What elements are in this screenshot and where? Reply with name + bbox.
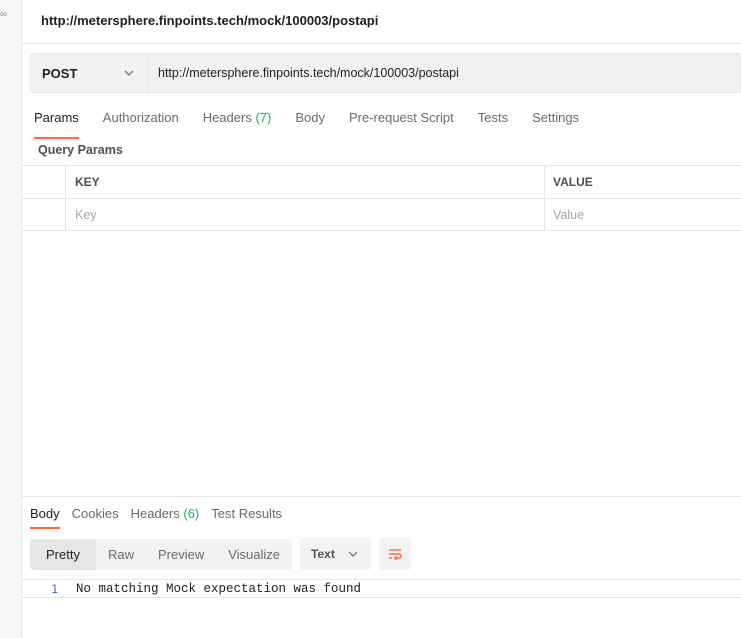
value-column-header: VALUE — [553, 175, 593, 189]
request-bar: POST http://metersphere.finpoints.tech/m… — [30, 53, 741, 93]
wrap-lines-button[interactable] — [379, 538, 412, 570]
tab-label: Headers — [130, 506, 184, 521]
format-select[interactable]: Text — [300, 538, 372, 570]
method-select[interactable]: POST — [31, 54, 148, 92]
request-title-bar: http://metersphere.finpoints.tech/mock/1… — [22, 0, 741, 44]
view-pretty-button[interactable]: Pretty — [30, 538, 96, 570]
tab-params[interactable]: Params — [34, 108, 79, 139]
tab-body[interactable]: Body — [295, 108, 325, 134]
key-column-header: KEY — [66, 166, 545, 198]
code-line: No matching Mock expectation was found — [76, 581, 362, 596]
row-checkbox-cell — [22, 199, 66, 230]
tab-label: Test Results — [211, 506, 283, 521]
response-tab-body[interactable]: Body — [30, 506, 60, 529]
line-number: 1 — [51, 581, 58, 596]
response-pane: Body Cookies Headers (6) Test Results Pr… — [22, 496, 741, 638]
query-params-table: KEY VALUE Key Value — [22, 165, 741, 231]
url-input[interactable]: http://metersphere.finpoints.tech/mock/1… — [148, 54, 740, 92]
tab-pre-request-script[interactable]: Pre-request Script — [349, 108, 454, 134]
response-tab-cookies[interactable]: Cookies — [72, 506, 119, 521]
chevron-down-icon — [348, 551, 358, 557]
view-mode-toggle: Pretty Raw Preview Visualize — [30, 538, 293, 570]
view-visualize-button[interactable]: Visualize — [216, 539, 292, 570]
tab-label: Cookies — [71, 506, 119, 521]
view-raw-button[interactable]: Raw — [96, 539, 146, 570]
tab-label: Settings — [532, 110, 580, 125]
headers-count: (6) — [183, 506, 200, 521]
checkbox-column — [22, 166, 66, 198]
response-tab-headers[interactable]: Headers (6) — [131, 506, 200, 521]
tab-authorization[interactable]: Authorization — [103, 108, 179, 134]
infinity-icon[interactable]: ∞ — [0, 9, 7, 20]
view-preview-button[interactable]: Preview — [146, 539, 216, 570]
value-input[interactable]: Value — [545, 199, 741, 230]
chevron-down-icon — [124, 70, 134, 76]
response-view-bar: Pretty Raw Preview Visualize Text — [30, 538, 412, 570]
headers-count: (7) — [255, 110, 272, 125]
table-header-row: KEY VALUE — [22, 165, 741, 198]
table-row: Key Value — [22, 198, 741, 231]
tab-tests[interactable]: Tests — [478, 108, 508, 134]
tab-headers[interactable]: Headers (7) — [203, 108, 272, 134]
response-tab-test-results[interactable]: Test Results — [211, 506, 282, 521]
tab-label: Pre-request Script — [348, 110, 454, 125]
tab-label: Body — [30, 506, 60, 521]
method-label: POST — [42, 65, 78, 81]
tab-label: Body — [295, 110, 325, 125]
tab-label: Headers — [202, 110, 256, 125]
key-input[interactable]: Key — [66, 199, 545, 230]
response-tabs: Body Cookies Headers (6) Test Results — [30, 506, 294, 529]
tab-label: Authorization — [102, 110, 179, 125]
tab-label: Tests — [477, 110, 509, 125]
wrap-lines-icon — [389, 549, 402, 561]
request-title[interactable]: http://metersphere.finpoints.tech/mock/1… — [41, 13, 378, 28]
format-label: Text — [311, 547, 335, 561]
request-workspace: http://metersphere.finpoints.tech/mock/1… — [22, 0, 741, 638]
tab-settings[interactable]: Settings — [532, 108, 579, 134]
tab-label: Params — [34, 110, 79, 125]
request-tabs: Params Authorization Headers (7) Body Pr… — [34, 108, 603, 139]
response-body[interactable]: 1 No matching Mock expectation was found — [22, 579, 741, 598]
query-params-label: Query Params — [38, 143, 123, 157]
left-rail: ∞ — [0, 0, 22, 638]
